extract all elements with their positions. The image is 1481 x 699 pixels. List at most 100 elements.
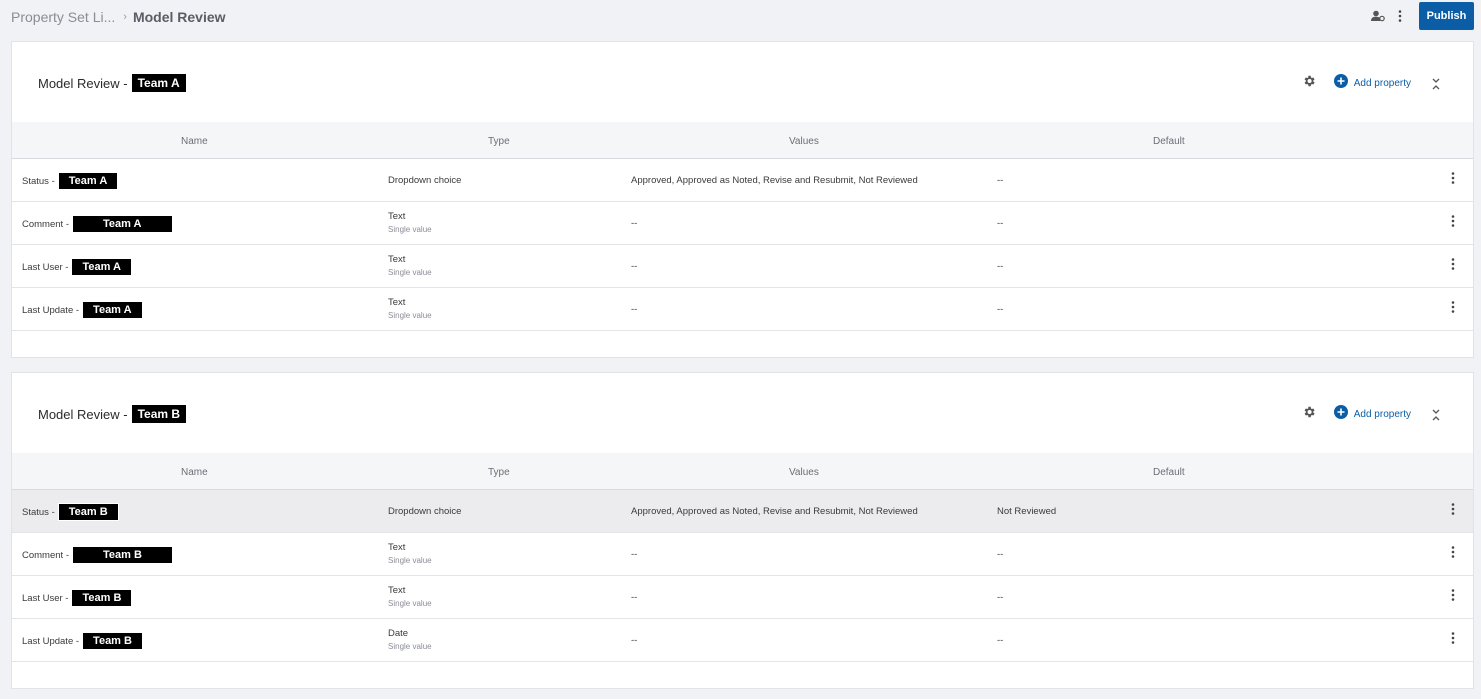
add-property-label: Add property — [1353, 78, 1411, 89]
column-header-values[interactable]: Values — [789, 467, 819, 478]
property-name: Comment - — [22, 549, 69, 561]
team-label: Team B — [83, 633, 142, 649]
property-values: -- — [631, 218, 638, 229]
property-values: Approved, Approved as Noted, Revise and … — [631, 175, 918, 186]
property-values: -- — [631, 592, 638, 603]
user-settings-icon[interactable] — [1367, 2, 1389, 30]
property-default: -- — [997, 635, 1004, 646]
property-name: Last User - — [22, 261, 69, 273]
property-type: Dropdown choice — [388, 506, 462, 517]
card-title: Model Review - Team B — [38, 405, 187, 423]
column-header-default[interactable]: Default — [1153, 467, 1185, 478]
property-default: -- — [997, 592, 1004, 603]
row-more-icon[interactable] — [1451, 215, 1455, 230]
row-more-icon[interactable] — [1451, 589, 1455, 604]
gear-icon[interactable] — [1302, 74, 1316, 93]
team-label: Team A — [72, 259, 131, 275]
collapse-icon[interactable] — [1431, 78, 1441, 90]
card-title: Model Review - Team A — [38, 74, 186, 92]
breadcrumb-parent-link[interactable]: Property Set Li... — [11, 9, 115, 25]
row-more-icon[interactable] — [1451, 503, 1455, 518]
breadcrumb-chevron-icon: › — [123, 11, 127, 23]
property-default: Not Reviewed — [997, 506, 1057, 517]
property-type-sub: Single value — [388, 268, 432, 277]
card-header: Model Review - Team B Add property — [12, 373, 1473, 453]
add-property-button[interactable]: Add property — [1333, 405, 1411, 424]
property-default: -- — [997, 304, 1004, 315]
row-more-icon[interactable] — [1451, 632, 1455, 647]
property-set-card: Model Review - Team B Add property Name … — [11, 372, 1474, 689]
page-title: Model Review — [132, 9, 226, 25]
property-values: -- — [631, 635, 638, 646]
table-header: Name Type Values Default — [12, 122, 1473, 159]
breadcrumb: Property Set Li... › Model Review — [11, 9, 226, 25]
table-row[interactable]: Last User - Team B Text Single value -- -- — [12, 576, 1473, 619]
column-header-name[interactable]: Name — [181, 467, 208, 478]
column-header-default[interactable]: Default — [1153, 136, 1185, 147]
team-label: Team B — [72, 547, 172, 563]
property-name: Status - — [22, 175, 55, 187]
team-label: Team A — [72, 216, 172, 232]
property-type-sub: Single value — [388, 642, 432, 651]
property-default: -- — [997, 218, 1004, 229]
table-row[interactable]: Status - Team B Dropdown choice Approved,… — [12, 490, 1473, 533]
property-values: -- — [631, 261, 638, 272]
property-type: Date — [388, 628, 409, 639]
column-header-values[interactable]: Values — [789, 136, 819, 147]
top-bar: Property Set Li... › Model Review Publis… — [0, 0, 1481, 34]
table-row[interactable]: Status - Team A Dropdown choice Approved,… — [12, 159, 1473, 202]
property-name: Comment - — [22, 218, 69, 230]
team-label: Team A — [58, 173, 118, 189]
row-more-icon[interactable] — [1451, 301, 1455, 316]
team-label: Team B — [57, 503, 119, 521]
property-type: Text — [388, 211, 406, 222]
property-type: Text — [388, 542, 406, 553]
property-type: Text — [388, 254, 406, 265]
table-row[interactable]: Comment - Team A Text Single value -- -- — [12, 202, 1473, 245]
table-row[interactable]: Comment - Team B Text Single value -- -- — [12, 533, 1473, 576]
property-values: -- — [631, 549, 638, 560]
property-default: -- — [997, 549, 1004, 560]
property-name: Status - — [22, 506, 55, 518]
add-property-label: Add property — [1353, 409, 1411, 420]
more-vertical-icon[interactable] — [1389, 2, 1411, 30]
column-header-type[interactable]: Type — [488, 136, 510, 147]
property-type-sub: Single value — [388, 311, 432, 320]
property-values: -- — [631, 304, 638, 315]
property-name: Last User - — [22, 592, 69, 604]
row-more-icon[interactable] — [1451, 546, 1455, 561]
plus-circle-icon — [1333, 405, 1348, 424]
table-row[interactable]: Last User - Team A Text Single value -- -- — [12, 245, 1473, 288]
card-header: Model Review - Team A Add property — [12, 42, 1473, 122]
property-default: -- — [997, 261, 1004, 272]
row-more-icon[interactable] — [1451, 172, 1455, 187]
row-more-icon[interactable] — [1451, 258, 1455, 273]
column-header-type[interactable]: Type — [488, 467, 510, 478]
publish-button[interactable]: Publish — [1419, 2, 1474, 30]
property-default: -- — [997, 175, 1004, 186]
property-type: Text — [388, 297, 406, 308]
team-label: Team B — [72, 590, 132, 606]
team-label: Team B — [131, 405, 187, 423]
property-type-sub: Single value — [388, 556, 432, 565]
property-type-sub: Single value — [388, 599, 432, 608]
table-row[interactable]: Last Update - Team A Text Single value -- … — [12, 288, 1473, 331]
column-header-name[interactable]: Name — [181, 136, 208, 147]
gear-icon[interactable] — [1302, 405, 1316, 424]
property-name: Last Update - — [22, 635, 80, 647]
team-label: Team A — [83, 302, 142, 318]
card-title-text: Model Review - — [38, 406, 128, 422]
property-type: Dropdown choice — [388, 175, 462, 186]
table-header: Name Type Values Default — [12, 453, 1473, 490]
property-type: Text — [388, 585, 406, 596]
add-property-button[interactable]: Add property — [1333, 74, 1411, 93]
property-name: Last Update - — [22, 304, 80, 316]
card-title-text: Model Review - — [38, 75, 128, 91]
property-type-sub: Single value — [388, 225, 432, 234]
collapse-icon[interactable] — [1431, 409, 1441, 421]
property-set-card: Model Review - Team A Add property Name … — [11, 41, 1474, 358]
property-values: Approved, Approved as Noted, Revise and … — [631, 506, 918, 517]
table-row[interactable]: Last Update - Team B Date Single value -- … — [12, 619, 1473, 662]
team-label: Team A — [131, 74, 186, 92]
plus-circle-icon — [1333, 74, 1348, 93]
